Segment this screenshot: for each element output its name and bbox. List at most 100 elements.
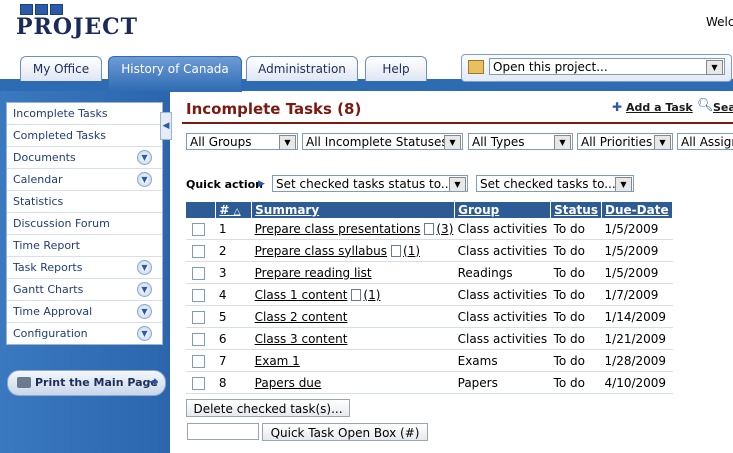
task-status: To do — [550, 239, 602, 262]
sidebar-item-calendar[interactable]: Calendar ▼ — [7, 169, 162, 191]
table-header-row: # △ Summary Group Status Due-Date — [186, 202, 673, 218]
task-summary-link[interactable]: Class 1 content — [255, 288, 348, 302]
sidebar-item-task-reports[interactable]: Task Reports ▼ — [7, 257, 162, 279]
task-summary-link[interactable]: Papers due — [255, 376, 322, 390]
task-summary-link[interactable]: Class 2 content — [255, 310, 348, 324]
row-checkbox[interactable] — [192, 354, 205, 368]
folder-icon — [468, 60, 484, 74]
row-checkbox[interactable] — [192, 266, 205, 280]
filter-groups[interactable]: All Groups ▼ — [186, 133, 298, 150]
table-row: 4 Class 1 content (1) Class activities To do… — [186, 283, 673, 306]
logo: PROJECT — [16, 4, 138, 38]
open-project-select[interactable]: Open this project... ▼ — [489, 58, 725, 75]
row-checkbox[interactable] — [192, 332, 205, 346]
search-link[interactable]: Sea — [713, 101, 733, 114]
chevron-down-icon[interactable]: ▼ — [137, 282, 152, 297]
filter-value: All Incomplete Statuses — [306, 135, 448, 149]
filter-priorities[interactable]: All Priorities ▼ — [577, 133, 673, 150]
delete-checked-tasks-button[interactable]: Delete checked task(s)... — [186, 399, 350, 417]
chevron-down-icon[interactable]: ▼ — [654, 135, 671, 149]
filter-types[interactable]: All Types ▼ — [468, 133, 573, 150]
chevron-down-icon[interactable]: ▼ — [554, 135, 571, 149]
document-icon — [391, 245, 402, 257]
open-project-value: Open this project... — [493, 60, 608, 74]
sidebar-item-label: Incomplete Tasks — [13, 107, 108, 120]
tab-history-of-canada[interactable]: History of Canada — [108, 56, 242, 92]
set-status-select[interactable]: Set checked tasks status to... ▼ — [272, 175, 468, 192]
task-number: 1 — [215, 218, 252, 240]
filter-assignees[interactable]: All Assign — [677, 133, 733, 150]
sidebar-item-documents[interactable]: Documents ▼ — [7, 147, 162, 169]
task-number: 5 — [215, 305, 252, 328]
task-status: To do — [550, 371, 602, 394]
sidebar-item-incomplete-tasks[interactable]: Incomplete Tasks — [7, 103, 162, 125]
add-task-link[interactable]: Add a Task — [626, 101, 693, 114]
task-summary-cell: Prepare reading list — [251, 261, 455, 284]
column-header-num[interactable]: # △ — [215, 202, 253, 218]
row-checkbox[interactable] — [192, 288, 205, 302]
sidebar-item-configuration[interactable]: Configuration ▼ — [7, 323, 162, 344]
print-main-page-button[interactable]: Print the Main Page ➜ — [7, 370, 166, 396]
row-checkbox[interactable] — [192, 376, 205, 390]
task-summary-link[interactable]: Prepare reading list — [255, 266, 372, 280]
task-summary-cell: Class 2 content — [251, 305, 455, 328]
task-document-count[interactable]: (3) — [436, 222, 453, 236]
quick-task-open-button[interactable]: Quick Task Open Box (#) — [262, 423, 428, 441]
document-icon — [424, 223, 435, 235]
column-header-group[interactable]: Group — [454, 202, 552, 218]
task-status: To do — [550, 327, 602, 350]
task-summary-link[interactable]: Prepare class syllabus — [255, 244, 387, 258]
sidebar-item-time-report[interactable]: Time Report — [7, 235, 162, 257]
row-checkbox[interactable] — [192, 244, 205, 258]
task-summary-cell: Papers due — [251, 371, 455, 394]
title-divider — [182, 122, 733, 124]
task-document-count[interactable]: (1) — [403, 244, 420, 258]
column-header-status[interactable]: Status — [550, 202, 603, 218]
task-due-date: 1/21/2009 — [601, 327, 673, 350]
chevron-down-icon[interactable]: ▼ — [615, 177, 632, 191]
chevron-down-icon[interactable]: ▼ — [137, 326, 152, 341]
row-checkbox[interactable] — [192, 222, 205, 236]
column-header-due-date[interactable]: Due-Date — [601, 202, 673, 218]
task-status: To do — [550, 283, 602, 306]
task-document-count[interactable]: (1) — [363, 288, 380, 302]
table-row: 6 Class 3 content Class activities To do 1/2… — [186, 327, 673, 350]
task-due-date: 1/5/2009 — [601, 218, 673, 240]
sidebar-item-label: Documents — [13, 151, 76, 164]
sidebar-item-discussion-forum[interactable]: Discussion Forum — [7, 213, 162, 235]
chevron-down-icon[interactable]: ▼ — [137, 304, 152, 319]
sidebar-item-time-approval[interactable]: Time Approval ▼ — [7, 301, 162, 323]
row-checkbox-cell — [186, 371, 216, 394]
quick-task-input[interactable] — [187, 423, 259, 440]
task-summary-link[interactable]: Prepare class presentations — [255, 222, 421, 236]
chevron-down-icon[interactable]: ▼ — [279, 135, 296, 149]
chevron-down-icon[interactable]: ▼ — [449, 177, 466, 191]
filter-statuses[interactable]: All Incomplete Statuses ▼ — [302, 133, 463, 150]
chevron-down-icon[interactable]: ▼ — [706, 60, 723, 75]
tab-administration[interactable]: Administration — [246, 56, 358, 81]
task-table: # △ Summary Group Status Due-Date 1 Prepa… — [186, 202, 673, 394]
page-title: Incomplete Tasks (8) — [186, 100, 362, 118]
chevron-down-icon[interactable]: ▼ — [137, 150, 152, 165]
task-number: 8 — [215, 371, 252, 394]
filter-value: All Assign — [681, 135, 733, 149]
chevron-down-icon[interactable]: ▼ — [137, 172, 152, 187]
chevron-down-icon[interactable]: ▼ — [444, 135, 461, 149]
row-checkbox[interactable] — [192, 310, 205, 324]
sidebar-item-gantt-charts[interactable]: Gantt Charts ▼ — [7, 279, 162, 301]
table-row: 8 Papers due Papers To do 4/10/2009 — [186, 371, 673, 394]
search-icon: 🔍︎ — [697, 98, 714, 113]
task-summary-link[interactable]: Class 3 content — [255, 332, 348, 346]
tab-help[interactable]: Help — [365, 56, 427, 81]
sidebar-item-statistics[interactable]: Statistics — [7, 191, 162, 213]
task-summary-cell: Class 1 content (1) — [251, 283, 455, 306]
arrow-right-icon: ➜ — [148, 375, 159, 390]
set-tasks-select[interactable]: Set checked tasks to... ▼ — [476, 175, 634, 192]
tab-my-office[interactable]: My Office — [20, 56, 102, 81]
collapse-sidebar-icon[interactable]: ◀ — [160, 112, 172, 140]
sidebar-item-completed-tasks[interactable]: Completed Tasks — [7, 125, 162, 147]
task-summary-link[interactable]: Exam 1 — [255, 354, 300, 368]
task-number: 3 — [215, 261, 252, 284]
chevron-down-icon[interactable]: ▼ — [137, 260, 152, 275]
column-header-summary[interactable]: Summary — [251, 202, 456, 218]
